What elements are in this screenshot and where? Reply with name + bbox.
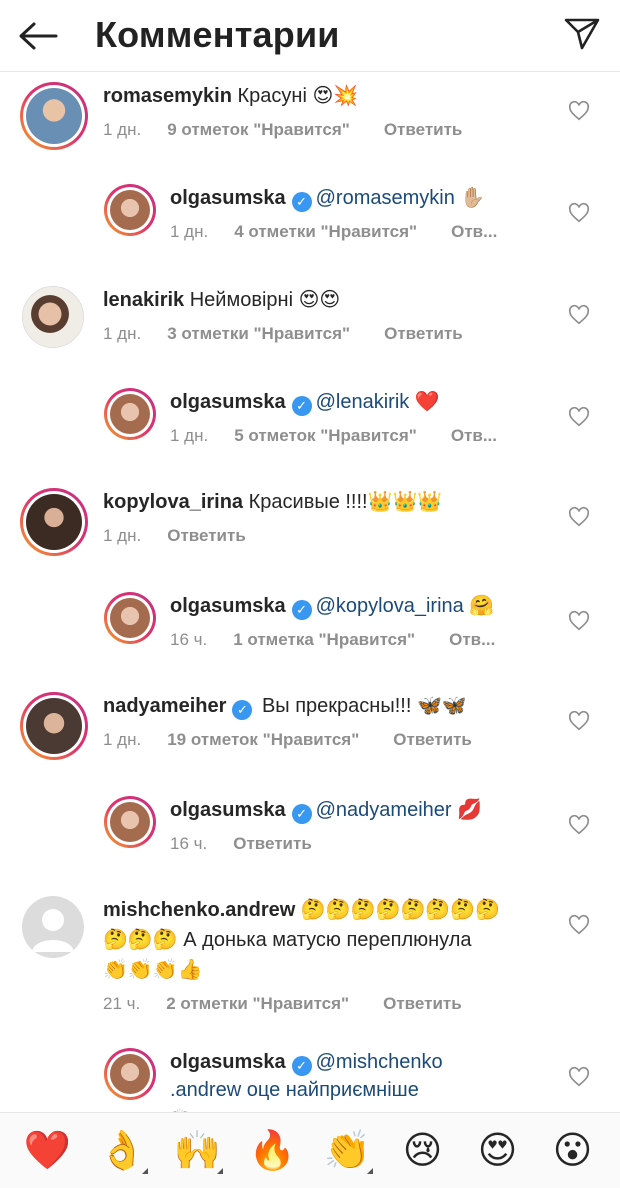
emoji-glyph: 🙌 — [173, 1129, 222, 1172]
heart-icon[interactable] — [568, 506, 590, 528]
emoji-clapping-hands-icon[interactable]: 👏 — [321, 1129, 375, 1174]
mention-link[interactable]: @lenakirik — [316, 391, 410, 413]
avatar[interactable] — [104, 388, 156, 440]
comment-text: .andrew оце найприємніше — [170, 1076, 419, 1104]
reply-button[interactable]: Отв... — [451, 426, 497, 446]
reply-button[interactable]: Ответить — [384, 120, 463, 140]
direct-send-icon[interactable] — [562, 14, 602, 54]
emoji-raised-hands-icon[interactable]: 🙌 — [171, 1129, 225, 1174]
avatar[interactable] — [104, 1048, 156, 1100]
avatar[interactable] — [22, 286, 84, 348]
avatar[interactable] — [104, 592, 156, 644]
heart-icon[interactable] — [568, 202, 590, 224]
emoji-ok-hand-icon[interactable]: 👌 — [96, 1129, 150, 1174]
reply-button[interactable]: Ответить — [393, 730, 472, 750]
comment-text: 💋 — [451, 799, 483, 821]
comment-time: 16 ч. — [170, 630, 208, 649]
heart-icon[interactable] — [568, 406, 590, 428]
comment-time: 1 дн. — [103, 324, 142, 343]
emoji-glyph: 👏 — [323, 1129, 372, 1172]
emoji-heart-eyes-icon[interactable]: 😍 — [471, 1132, 525, 1170]
avatar[interactable] — [104, 184, 156, 236]
emoji-red-heart-icon[interactable]: ❤️ — [21, 1132, 75, 1170]
heart-icon[interactable] — [568, 710, 590, 732]
comment-text-emoji: 🤔🤔🤔🤔🤔🤔🤔🤔 — [300, 899, 501, 921]
likes-count[interactable]: 3 отметки "Нравится" — [167, 324, 350, 344]
verified-badge-icon: ✓ — [291, 192, 312, 212]
avatar[interactable] — [20, 692, 88, 760]
likes-count[interactable]: 2 отметки "Нравится" — [166, 994, 349, 1014]
mention-link[interactable]: @kopylova_irina — [316, 595, 464, 617]
reply-button[interactable]: Ответить — [384, 324, 463, 344]
emoji-glyph: 👌 — [98, 1129, 147, 1172]
comment-username[interactable]: nadyameiher — [103, 695, 226, 717]
default-avatar-icon[interactable] — [22, 896, 84, 958]
comment-username[interactable]: olgasumska — [170, 595, 286, 617]
comment-time: 1 дн. — [170, 426, 209, 445]
verified-badge-icon: ✓ — [291, 1056, 312, 1076]
verified-badge-icon: ✓ — [291, 396, 312, 416]
comment-username[interactable]: olgasumska — [170, 391, 286, 413]
avatar[interactable] — [104, 796, 156, 848]
reply-button[interactable]: Ответить — [383, 994, 462, 1014]
comment-text: Вы прекрасны!!! 🦋🦋 — [261, 695, 467, 717]
comment-time: 1 дн. — [103, 526, 142, 545]
comment-username[interactable]: olgasumska — [170, 799, 286, 821]
emoji-fire-icon[interactable]: 🔥 — [246, 1132, 300, 1170]
heart-icon[interactable] — [568, 814, 590, 836]
comment-text-emoji: 🙌🏼 — [170, 1104, 190, 1112]
heart-icon[interactable] — [568, 304, 590, 326]
back-arrow-icon[interactable] — [16, 16, 60, 56]
comment-text: 🤔🤔🤔 А донька матусю переплюнула — [103, 929, 472, 951]
heart-icon[interactable] — [568, 610, 590, 632]
likes-count[interactable]: 19 отметок "Нравится" — [167, 730, 359, 750]
comment-time: 1 дн. — [103, 730, 142, 749]
comment-time: 16 ч. — [170, 834, 208, 853]
heart-icon[interactable] — [568, 914, 590, 936]
comment-time: 1 дн. — [103, 120, 142, 139]
comment-username[interactable]: lenakirik — [103, 289, 184, 311]
mention-link-continued[interactable]: .andrew оце найприємніше — [170, 1079, 419, 1101]
comment-text: Красивые !!!!👑👑👑 — [248, 491, 443, 513]
mention-link[interactable]: @romasemykin — [316, 187, 455, 209]
emoji-astonished-face-icon[interactable]: 😮 — [546, 1132, 600, 1170]
comment-text: Красуні 😍💥 — [237, 85, 359, 107]
comment-text: ✋🏼 — [454, 187, 486, 209]
emoji-crying-face-icon[interactable]: 😢 — [396, 1132, 450, 1170]
top-bar: Комментарии — [0, 0, 620, 72]
comments-list[interactable]: romasemykin Красуні 😍💥 1 дн. 9 отметок "… — [0, 72, 620, 1112]
comment-username[interactable]: olgasumska — [170, 1051, 286, 1073]
reply-button[interactable]: Отв... — [449, 630, 495, 650]
comment-username[interactable]: kopylova_irina — [103, 491, 243, 513]
verified-badge-icon: ✓ — [232, 700, 253, 720]
comment-text: 🤗 — [463, 595, 495, 617]
comment-text: ❤️ — [409, 391, 440, 413]
likes-count[interactable]: 4 отметки "Нравится" — [234, 222, 417, 242]
comment-username[interactable]: mishchenko.andrew — [103, 899, 295, 921]
mention-link[interactable]: @mishchenko — [316, 1051, 443, 1073]
likes-count[interactable]: 9 отметок "Нравится" — [167, 120, 350, 140]
likes-count[interactable]: 1 отметка "Нравится" — [233, 630, 415, 650]
mention-link[interactable]: @nadyameiher — [316, 799, 452, 821]
quick-emoji-bar: ❤️ 👌 🙌 🔥 👏 😢 😍 😮 — [0, 1112, 620, 1188]
comment-username[interactable]: romasemykin — [103, 85, 232, 107]
avatar[interactable] — [20, 488, 88, 556]
reply-button[interactable]: Ответить — [233, 834, 312, 854]
heart-icon[interactable] — [568, 100, 590, 122]
comment-time: 1 дн. — [170, 222, 209, 241]
page-title: Комментарии — [95, 14, 340, 55]
comment-text-emoji: 👏👏👏👍 — [103, 959, 203, 981]
comment-text: Неймовірні 😍😍 — [189, 289, 341, 311]
verified-badge-icon: ✓ — [291, 804, 312, 824]
verified-badge-icon: ✓ — [291, 600, 312, 620]
reply-button[interactable]: Ответить — [167, 526, 246, 546]
heart-icon[interactable] — [568, 1066, 590, 1088]
comment-time: 21 ч. — [103, 994, 141, 1013]
reply-button[interactable]: Отв... — [451, 222, 497, 242]
comment-username[interactable]: olgasumska — [170, 187, 286, 209]
likes-count[interactable]: 5 отметок "Нравится" — [234, 426, 417, 446]
avatar[interactable] — [20, 82, 88, 150]
